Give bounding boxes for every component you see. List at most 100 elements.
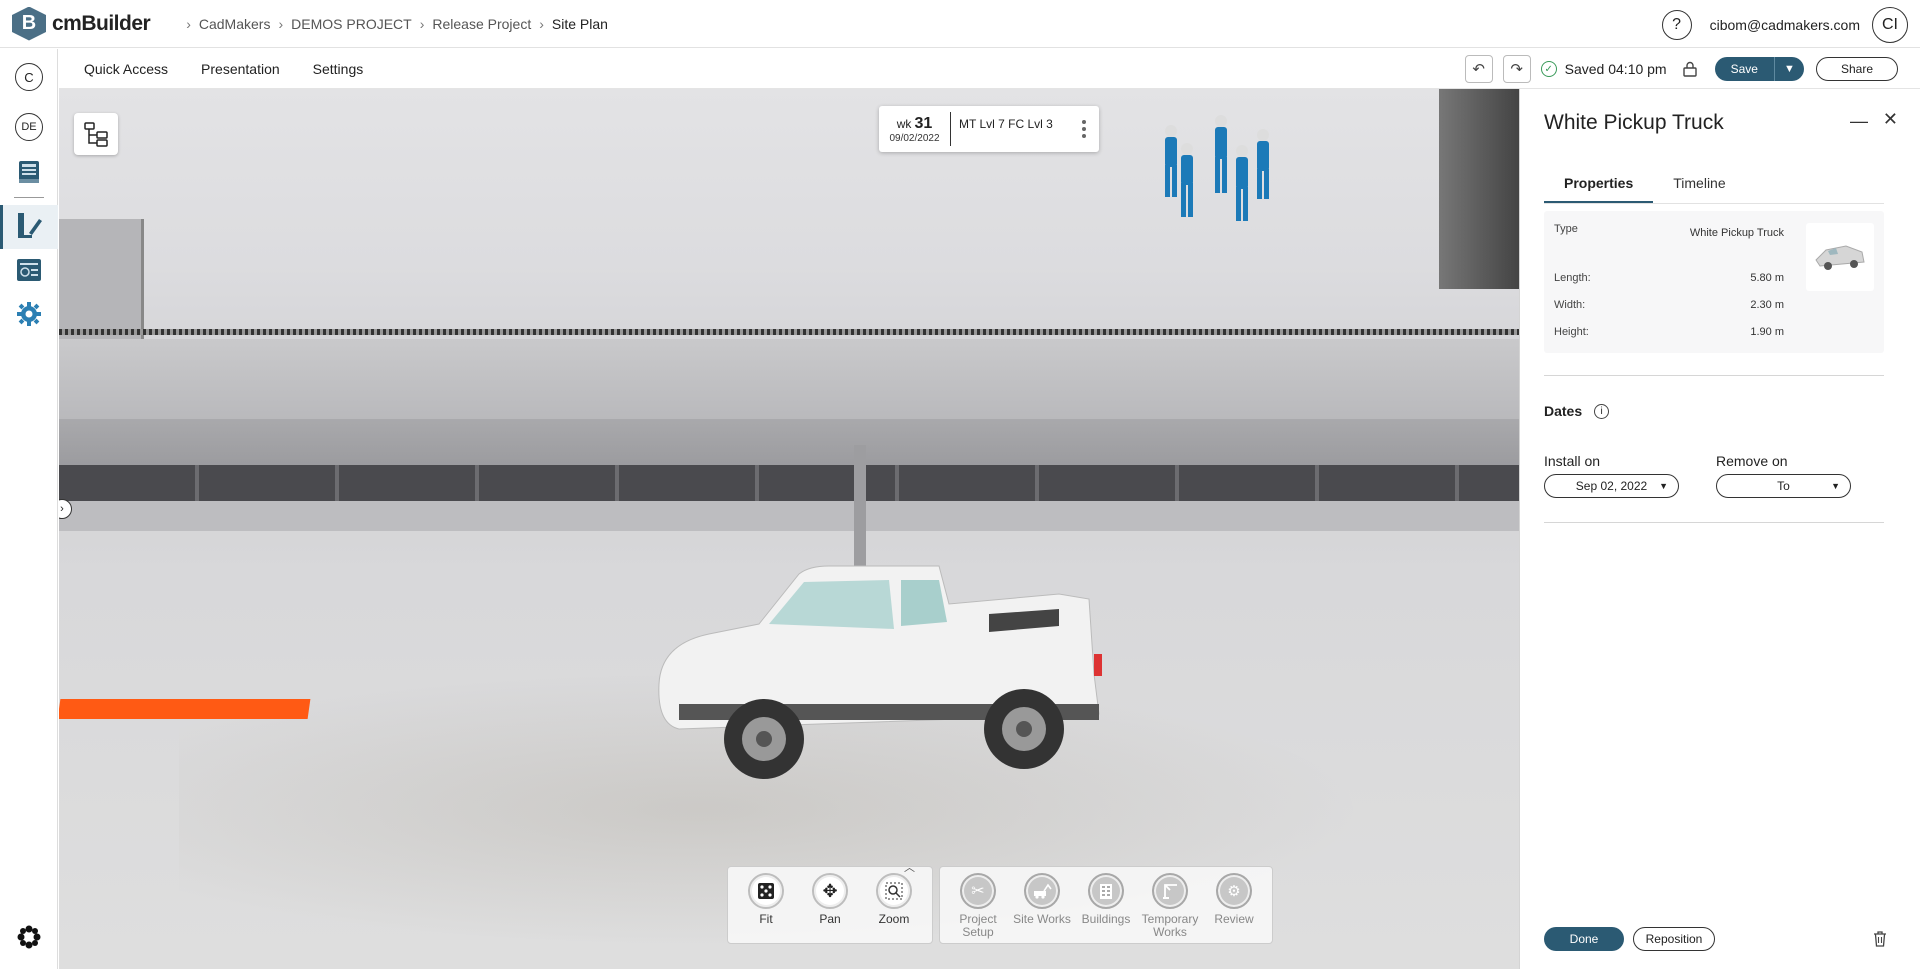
tab-properties[interactable]: Properties (1544, 175, 1654, 203)
kebab-menu-icon[interactable] (1077, 119, 1091, 140)
project-switcher[interactable]: DE (15, 113, 43, 141)
week-indicator-card[interactable]: wk 31 09/02/2022 MT Lvl 7 FC Lvl 3 (879, 106, 1099, 152)
tab-timeline[interactable]: Timeline (1653, 175, 1745, 203)
panel-title: White Pickup Truck (1544, 111, 1724, 134)
menu-quick-access[interactable]: Quick Access (84, 61, 168, 77)
section-divider (1544, 522, 1884, 523)
week-number: 31 (914, 114, 933, 132)
prop-row-height: Height: 1.90 m (1554, 326, 1784, 338)
redo-icon[interactable]: ↷ (1502, 55, 1531, 83)
scene-tree-button[interactable] (74, 113, 118, 155)
plans-book-icon[interactable] (14, 157, 44, 187)
prop-row-width: Width: 2.30 m (1554, 299, 1784, 311)
breadcrumb-item-project[interactable]: DEMOS PROJECT (291, 16, 412, 32)
install-date-select[interactable]: Sep 02, 2022 ▼ (1544, 474, 1679, 498)
building-structure-right (1439, 89, 1519, 289)
menu-settings[interactable]: Settings (313, 61, 364, 77)
breadcrumb-chevron-icon: › (539, 15, 544, 32)
breadcrumb-chevron-icon: › (186, 15, 191, 32)
3d-viewport[interactable]: wk 31 09/02/2022 MT Lvl 7 FC Lvl 3 › ︿ Fi… (59, 89, 1519, 969)
app-logo[interactable]: B cmBuilder (12, 6, 151, 41)
settings-gear-icon[interactable] (14, 299, 44, 329)
site-fence (59, 329, 1519, 335)
pan-tool[interactable]: ✥ Pan (798, 873, 862, 939)
saved-status-text: Saved 04:10 pm (1564, 61, 1667, 77)
dates-section-title: Dates i (1544, 403, 1610, 419)
chevron-up-icon[interactable]: ︿ (904, 859, 915, 875)
retaining-wall-panels (59, 465, 1519, 501)
menu-presentation[interactable]: Presentation (201, 61, 280, 77)
prop-type-value: White Pickup Truck (1689, 227, 1784, 239)
breadcrumb-chevron-icon: › (419, 15, 425, 32)
project-setup-tool[interactable]: ✂ Project Setup (946, 873, 1010, 939)
reposition-button[interactable]: Reposition (1633, 927, 1715, 951)
save-button[interactable]: Save (1714, 57, 1774, 81)
toolbar-right-controls: ↶ ↷ ✓ Saved 04:10 pm Save ▼ Share (1464, 55, 1898, 83)
view-tools-group: ︿ Fit ✥ Pan Zoom (727, 862, 933, 944)
remove-date-value: To (1777, 479, 1790, 493)
pan-label: Pan (819, 912, 841, 926)
schedule-board-icon[interactable] (14, 255, 44, 285)
help-icon[interactable]: ? (1661, 10, 1692, 40)
workers-group[interactable] (1149, 109, 1289, 249)
saved-status: ✓ Saved 04:10 pm (1540, 61, 1667, 77)
secondary-toolbar: Quick Access Presentation Settings ↶ ↷ ✓… (59, 49, 1920, 89)
prop-height-label: Height: (1554, 326, 1589, 338)
breadcrumb-chevron-icon: › (278, 15, 284, 32)
prop-width-label: Width: (1554, 299, 1586, 311)
save-dropdown-chevron-icon[interactable]: ▼ (1773, 57, 1804, 81)
category-tools-group: ✂ Project Setup Site Works Buildings Tem… (939, 866, 1273, 944)
orange-barrier (59, 699, 311, 719)
trash-icon[interactable] (1870, 929, 1890, 949)
temporary-works-tool[interactable]: Temporary Works (1138, 873, 1202, 939)
prop-row-type: Type White Pickup Truck (1554, 223, 1784, 243)
undo-icon[interactable]: ↶ (1464, 55, 1493, 83)
app-name: cmBuilder (52, 11, 151, 35)
review-label: Review (1214, 912, 1254, 926)
week-prefix: wk (896, 116, 912, 131)
user-email[interactable]: cibom@cadmakers.com (1710, 17, 1860, 33)
panel-tabs: Properties Timeline (1544, 175, 1746, 203)
week-date: 09/02/2022 (889, 132, 940, 144)
tool-palette: ︿ Fit ✥ Pan Zoom ✂ Project Setup Site Wo… (727, 862, 1279, 944)
caret-down-icon: ▼ (1831, 481, 1840, 491)
fit-tool[interactable]: Fit (734, 873, 798, 939)
breadcrumb-item-release[interactable]: Release Project (432, 16, 531, 32)
save-button-group: Save ▼ (1714, 57, 1804, 81)
zoom-icon (876, 873, 912, 909)
breadcrumb-item-org[interactable]: CadMakers (199, 16, 271, 32)
site-plan-pencil-icon[interactable] (14, 211, 44, 241)
avatar[interactable]: CI (1872, 7, 1908, 43)
logo-hex-icon: B (12, 6, 46, 41)
done-button[interactable]: Done (1544, 927, 1624, 951)
share-button[interactable]: Share (1815, 57, 1898, 81)
week-phase-label: MT Lvl 7 FC Lvl 3 (959, 117, 1053, 131)
white-pickup-truck-model[interactable] (639, 564, 1159, 784)
breadcrumb: › CadMakers › DEMOS PROJECT › Release Pr… (178, 16, 608, 32)
zoom-tool[interactable]: Zoom (862, 873, 926, 939)
site-works-tool[interactable]: Site Works (1010, 873, 1074, 939)
left-sidebar: C DE (0, 49, 58, 969)
hierarchy-tree-icon (84, 122, 108, 147)
prop-height-value: 1.90 m (1750, 326, 1784, 338)
buildings-tool[interactable]: Buildings (1074, 873, 1138, 939)
org-switcher[interactable]: C (15, 63, 43, 91)
caret-down-icon: ▼ (1659, 481, 1668, 491)
close-icon[interactable]: ✕ (1883, 109, 1898, 130)
info-icon[interactable]: i (1594, 403, 1610, 419)
pan-icon: ✥ (812, 873, 848, 909)
object-properties-panel: White Pickup Truck — ✕ Properties Timeli… (1519, 89, 1920, 969)
minimize-icon[interactable]: — (1850, 111, 1868, 132)
remove-date-select[interactable]: To ▼ (1716, 474, 1851, 498)
properties-box: Type White Pickup Truck Length: 5.80 m W… (1544, 211, 1884, 353)
temporary-works-label: Temporary Works (1141, 912, 1199, 939)
apps-grid-icon[interactable] (14, 922, 44, 952)
review-tool[interactable]: ⚙ Review (1202, 873, 1266, 939)
fit-icon (748, 873, 784, 909)
prop-row-length: Length: 5.80 m (1554, 272, 1784, 284)
top-bar: B cmBuilder › CadMakers › DEMOS PROJECT … (0, 0, 1920, 48)
dates-title: Dates (1544, 403, 1583, 419)
zoom-label: Zoom (878, 912, 910, 926)
lock-icon[interactable] (1677, 56, 1703, 82)
excavator-icon (1024, 873, 1060, 909)
